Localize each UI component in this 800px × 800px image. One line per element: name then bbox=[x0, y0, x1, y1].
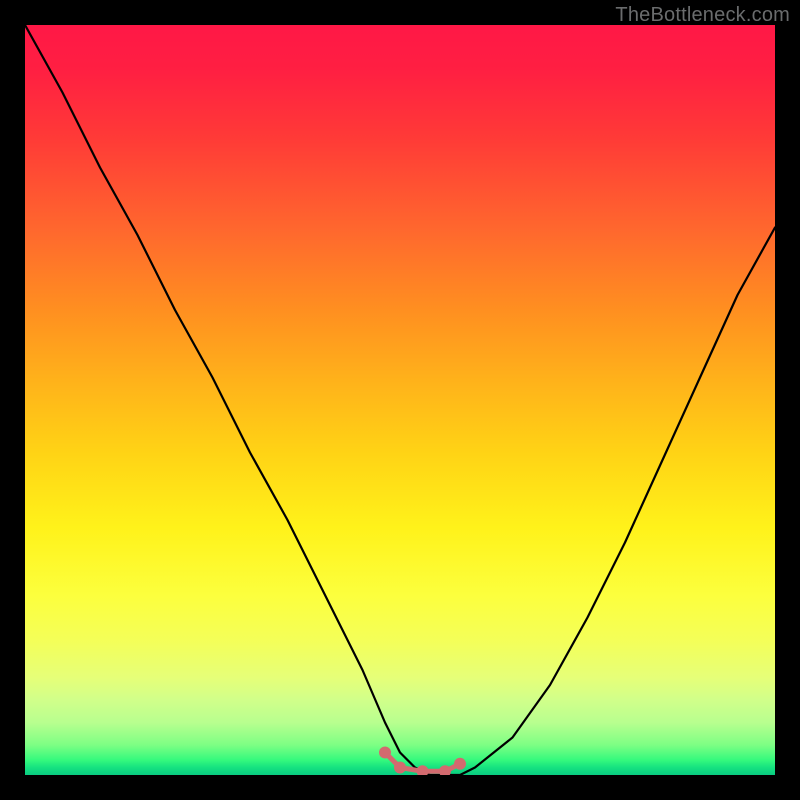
valley-markers-group bbox=[379, 747, 466, 776]
valley-marker bbox=[379, 747, 391, 759]
valley-marker bbox=[439, 765, 451, 775]
valley-connector bbox=[385, 753, 460, 772]
chart-frame: TheBottleneck.com bbox=[0, 0, 800, 800]
chart-svg bbox=[25, 25, 775, 775]
watermark-label: TheBottleneck.com bbox=[615, 4, 790, 27]
valley-marker bbox=[454, 758, 466, 770]
bottleneck-curve bbox=[25, 25, 775, 775]
valley-marker bbox=[394, 762, 406, 774]
chart-plot-area bbox=[25, 25, 775, 775]
valley-marker bbox=[417, 765, 429, 775]
